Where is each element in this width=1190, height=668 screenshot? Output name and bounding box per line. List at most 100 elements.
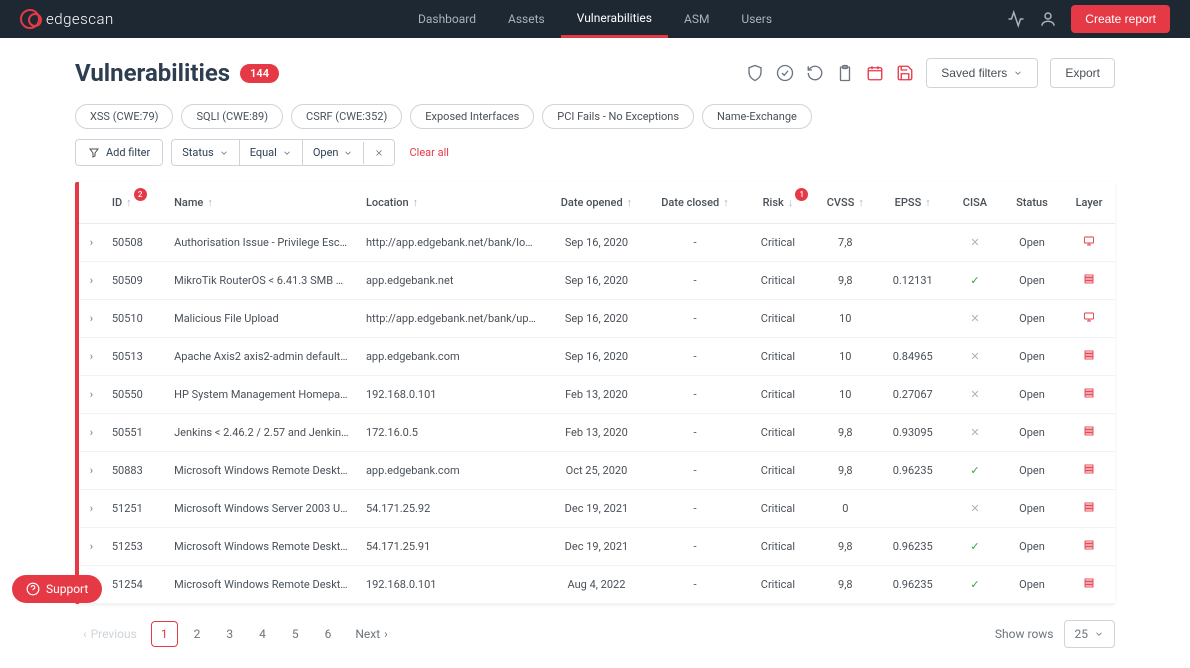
page-title: Vulnerabilities bbox=[75, 59, 230, 87]
col-risk[interactable]: Risk↓1 bbox=[742, 182, 815, 224]
table-row[interactable]: ›50513Apache Axis2 axis2-admin default c… bbox=[79, 338, 1115, 376]
filter-chip[interactable]: Name-Exchange bbox=[702, 104, 812, 129]
cell-name: MikroTik RouterOS < 6.41.3 SMB Buffer... bbox=[166, 262, 358, 300]
clear-all-button[interactable]: Clear all bbox=[409, 146, 448, 159]
table-row[interactable]: ›50510Malicious File Uploadhttp://app.ed… bbox=[79, 300, 1115, 338]
cell-epss: 0.96235 bbox=[876, 566, 949, 604]
page-6[interactable]: 6 bbox=[315, 621, 342, 647]
expand-row[interactable]: › bbox=[79, 300, 104, 338]
calendar-icon[interactable] bbox=[866, 64, 884, 82]
cell-location: 172.16.0.5 bbox=[358, 414, 545, 452]
nav-users[interactable]: Users bbox=[725, 0, 788, 38]
check-icon: ✓ bbox=[970, 578, 979, 591]
user-icon[interactable] bbox=[1039, 10, 1057, 28]
clipboard-icon[interactable] bbox=[836, 64, 854, 82]
cell-risk: Critical bbox=[742, 528, 815, 566]
filter-chip[interactable]: Exposed Interfaces bbox=[410, 104, 534, 129]
nav-asm[interactable]: ASM bbox=[668, 0, 725, 38]
cell-name: Apache Axis2 axis2-admin default cre... bbox=[166, 338, 358, 376]
table-row[interactable]: ›51254Microsoft Windows Remote Desktop .… bbox=[79, 566, 1115, 604]
table-row[interactable]: ›50508Authorisation Issue - Privilege Es… bbox=[79, 224, 1115, 262]
cell-cvss: 10 bbox=[814, 338, 876, 376]
cell-layer bbox=[1063, 452, 1115, 490]
nav-vulnerabilities[interactable]: Vulnerabilities bbox=[561, 0, 668, 38]
next-page[interactable]: Next › bbox=[347, 622, 395, 646]
monitor-icon bbox=[1082, 311, 1096, 323]
nav-assets[interactable]: Assets bbox=[492, 0, 561, 38]
filter-field[interactable]: Status bbox=[172, 140, 238, 165]
page-4[interactable]: 4 bbox=[249, 621, 276, 647]
chevron-down-icon bbox=[343, 148, 353, 158]
expand-row[interactable]: › bbox=[79, 528, 104, 566]
export-button[interactable]: Export bbox=[1050, 58, 1115, 88]
col-date-opened[interactable]: Date opened↑ bbox=[545, 182, 649, 224]
filter-operator[interactable]: Equal bbox=[239, 140, 302, 165]
expand-row[interactable]: › bbox=[79, 376, 104, 414]
filter-remove[interactable] bbox=[363, 142, 394, 164]
table-row[interactable]: ›50509MikroTik RouterOS < 6.41.3 SMB Buf… bbox=[79, 262, 1115, 300]
filter-chip[interactable]: PCI Fails - No Exceptions bbox=[542, 104, 694, 129]
page-list: ‹ Previous123456Next › bbox=[75, 621, 396, 647]
col-status[interactable]: Status bbox=[1001, 182, 1063, 224]
cell-status: Open bbox=[1001, 376, 1063, 414]
filter-chip[interactable]: XSS (CWE:79) bbox=[75, 104, 173, 129]
rows-select[interactable]: 25 bbox=[1064, 620, 1116, 648]
saved-filters-button[interactable]: Saved filters bbox=[926, 58, 1038, 88]
expand-row[interactable]: › bbox=[79, 338, 104, 376]
refresh-icon[interactable] bbox=[806, 64, 824, 82]
col-cisa[interactable]: CISA bbox=[949, 182, 1001, 224]
table-row[interactable]: ›50550HP System Management Homepage < ..… bbox=[79, 376, 1115, 414]
table-row[interactable]: ›50883Microsoft Windows Remote Desktop .… bbox=[79, 452, 1115, 490]
activity-icon[interactable] bbox=[1007, 10, 1025, 28]
table-row[interactable]: ›50551Jenkins < 2.46.2 / 2.57 and Jenkin… bbox=[79, 414, 1115, 452]
monitor-icon bbox=[1082, 235, 1096, 247]
expand-row[interactable]: › bbox=[79, 452, 104, 490]
shield-icon[interactable] bbox=[746, 64, 764, 82]
col-name[interactable]: Name↑ bbox=[166, 182, 358, 224]
expand-row[interactable]: › bbox=[79, 490, 104, 528]
create-report-button[interactable]: Create report bbox=[1071, 5, 1170, 33]
cell-location: 54.171.25.92 bbox=[358, 490, 545, 528]
table-row[interactable]: ›51251Microsoft Windows Server 2003 Unsu… bbox=[79, 490, 1115, 528]
support-button[interactable]: Support bbox=[12, 575, 102, 603]
sort-up-icon: ↑ bbox=[413, 196, 419, 209]
cell-closed: - bbox=[648, 224, 741, 262]
cell-epss bbox=[876, 300, 949, 338]
col-epss[interactable]: EPSS↑ bbox=[876, 182, 949, 224]
nav-dashboard[interactable]: Dashboard bbox=[402, 0, 492, 38]
filter-chip[interactable]: SQLI (CWE:89) bbox=[181, 104, 283, 129]
cell-cisa: ✕ bbox=[949, 300, 1001, 338]
expand-row[interactable]: › bbox=[79, 224, 104, 262]
filter-chip[interactable]: CSRF (CWE:352) bbox=[291, 104, 402, 129]
cell-risk: Critical bbox=[742, 490, 815, 528]
page-5[interactable]: 5 bbox=[282, 621, 309, 647]
cell-status: Open bbox=[1001, 490, 1063, 528]
previous-page[interactable]: ‹ Previous bbox=[75, 622, 145, 646]
check-circle-icon[interactable] bbox=[776, 64, 794, 82]
col-location[interactable]: Location↑ bbox=[358, 182, 545, 224]
close-icon bbox=[374, 148, 384, 158]
x-icon: ✕ bbox=[970, 502, 979, 515]
stack-icon bbox=[1082, 387, 1096, 399]
page-1[interactable]: 1 bbox=[151, 621, 178, 647]
col-layer[interactable]: Layer bbox=[1063, 182, 1115, 224]
cell-layer bbox=[1063, 300, 1115, 338]
page-3[interactable]: 3 bbox=[216, 621, 243, 647]
cell-cvss: 7,8 bbox=[814, 224, 876, 262]
table-row[interactable]: ›51253Microsoft Windows Remote Desktop .… bbox=[79, 528, 1115, 566]
page-2[interactable]: 2 bbox=[184, 621, 211, 647]
add-filter-button[interactable]: Add filter bbox=[75, 139, 163, 166]
sort-down-icon: ↓ bbox=[788, 196, 794, 209]
filter-value[interactable]: Open bbox=[302, 140, 364, 165]
x-icon: ✕ bbox=[970, 388, 979, 401]
cell-status: Open bbox=[1001, 300, 1063, 338]
col-id[interactable]: ID↑2 bbox=[104, 182, 166, 224]
col-cvss[interactable]: CVSS↑ bbox=[814, 182, 876, 224]
chevron-down-icon bbox=[282, 148, 292, 158]
expand-row[interactable]: › bbox=[79, 414, 104, 452]
expand-row[interactable]: › bbox=[79, 262, 104, 300]
col-date-closed[interactable]: Date closed↑ bbox=[648, 182, 741, 224]
cell-closed: - bbox=[648, 528, 741, 566]
save-icon[interactable] bbox=[896, 64, 914, 82]
cell-location: 192.168.0.101 bbox=[358, 566, 545, 604]
